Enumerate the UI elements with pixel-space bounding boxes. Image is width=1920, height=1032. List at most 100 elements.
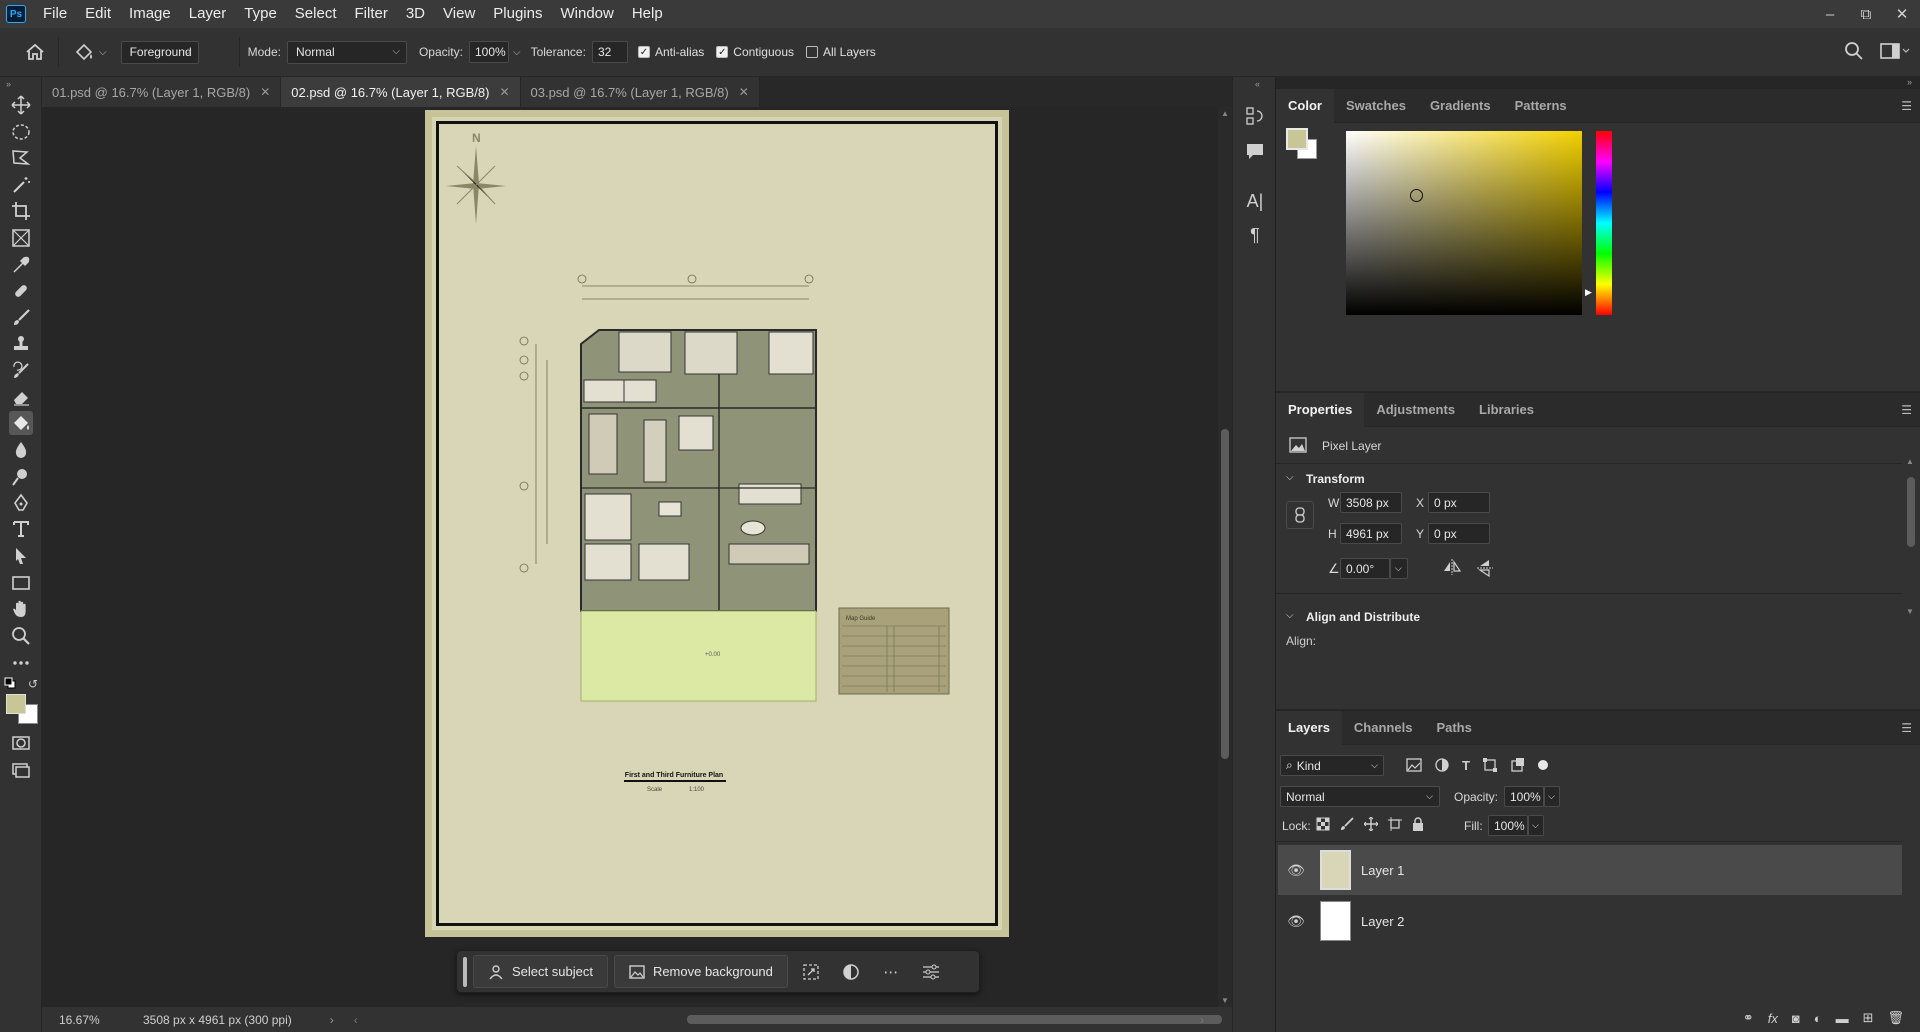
blend-mode-dropdown[interactable]: Normal ⌵ [1280, 786, 1440, 807]
type-filter-icon[interactable]: T [1462, 758, 1470, 773]
ellipse-marquee-tool-icon[interactable] [9, 120, 33, 144]
new-layer-icon[interactable]: ⊞ [1863, 1010, 1874, 1026]
fx-icon[interactable]: fx [1768, 1011, 1778, 1026]
screen-mode-icon[interactable] [9, 758, 33, 782]
hue-slider-marker-icon[interactable]: ▶ [1585, 287, 1592, 298]
minimize-button[interactable]: – [1812, 0, 1848, 28]
lock-all-icon[interactable] [1412, 817, 1424, 831]
scroll-right-icon[interactable]: › [1200, 1013, 1204, 1027]
paint-bucket-tool-icon[interactable] [9, 411, 33, 435]
scroll-up-icon[interactable]: ▲ [1221, 109, 1229, 118]
opacity-chevron-icon[interactable]: ⌵ [1544, 786, 1560, 807]
eye-visibility-icon[interactable]: 👁 [1278, 862, 1314, 879]
menu-plugins[interactable]: Plugins [484, 0, 551, 28]
lock-artboard-icon[interactable] [1388, 817, 1402, 831]
scroll-down-icon[interactable]: ▼ [1906, 607, 1914, 616]
select-subject-button[interactable]: Select subject [473, 955, 608, 988]
move-tool-icon[interactable] [9, 93, 33, 117]
magic-wand-tool-icon[interactable] [9, 173, 33, 197]
horizontal-scroll-thumb[interactable] [687, 1015, 1222, 1024]
menu-image[interactable]: Image [120, 0, 180, 28]
mode-dropdown[interactable]: Normal ⌵ [286, 40, 407, 64]
fill-input[interactable]: 100% [1488, 815, 1528, 836]
eraser-tool-icon[interactable] [9, 385, 33, 409]
history-brush-tool-icon[interactable] [9, 359, 33, 383]
adjustment-icon[interactable] [834, 955, 868, 988]
properties-scrollbar[interactable]: ▲ ▼ [1904, 457, 1918, 707]
x-input[interactable]: 0 px [1428, 492, 1490, 513]
transform-section-title[interactable]: Transform [1306, 472, 1365, 486]
quick-mask-icon[interactable] [9, 731, 33, 755]
tab-color[interactable]: Color [1276, 88, 1334, 123]
menu-type[interactable]: Type [235, 0, 286, 28]
fill-source-dropdown[interactable]: Foreground ⌵ [120, 40, 199, 64]
properties-scroll-thumb[interactable] [1907, 477, 1915, 547]
document-tab[interactable]: 03.psd @ 16.7% (Layer 1, RGB/8) ✕ [520, 77, 760, 107]
delete-layer-icon[interactable]: 🗑 [1887, 1010, 1904, 1026]
add-mask-icon[interactable]: ◙ [1792, 1011, 1800, 1026]
tab-channels[interactable]: Channels [1342, 711, 1425, 745]
close-tab-icon[interactable]: ✕ [260, 85, 270, 99]
anti-alias-checkbox[interactable]: ✓ Anti-alias [637, 45, 704, 59]
menu-window[interactable]: Window [551, 0, 622, 28]
link-icon[interactable] [1286, 501, 1314, 529]
color-picker-cursor[interactable] [1410, 189, 1423, 202]
menu-layer[interactable]: Layer [180, 0, 236, 28]
contiguous-checkbox[interactable]: ✓ Contiguous [716, 45, 794, 59]
angle-input[interactable]: 0.00° [1340, 558, 1390, 579]
foreground-color-swatch[interactable] [6, 694, 26, 714]
zoom-level[interactable]: 16.67% [59, 1013, 129, 1027]
healing-brush-tool-icon[interactable] [9, 279, 33, 303]
tab-gradients[interactable]: Gradients [1418, 89, 1503, 123]
brush-tool-icon[interactable] [9, 306, 33, 330]
flip-vertical-icon[interactable] [1476, 558, 1494, 581]
width-input[interactable]: 3508 px [1340, 492, 1402, 513]
tab-adjustments[interactable]: Adjustments [1364, 393, 1467, 427]
lock-pixels-icon[interactable] [1340, 817, 1354, 831]
eyedropper-tool-icon[interactable] [9, 253, 33, 277]
tab-layers[interactable]: Layers [1276, 710, 1342, 745]
panel-menu-icon[interactable]: ☰ [1901, 403, 1912, 417]
menu-edit[interactable]: Edit [76, 0, 120, 28]
tab-paths[interactable]: Paths [1424, 711, 1483, 745]
path-selection-tool-icon[interactable] [9, 544, 33, 568]
menu-help[interactable]: Help [623, 0, 672, 28]
search-icon[interactable] [1844, 41, 1864, 61]
transform-selection-icon[interactable] [794, 955, 828, 988]
tool-preset-picker[interactable]: ⌵ [73, 42, 107, 62]
scroll-left-icon[interactable]: ‹ [354, 1013, 358, 1027]
comments-panel-icon[interactable] [1243, 139, 1267, 163]
tab-properties[interactable]: Properties [1276, 392, 1365, 427]
close-window-button[interactable]: ✕ [1884, 0, 1920, 28]
status-menu-arrow-icon[interactable]: › [330, 1013, 334, 1027]
menu-file[interactable]: File [34, 0, 76, 28]
color-field[interactable] [1346, 131, 1582, 315]
layer-opacity-input[interactable]: 100% [1504, 786, 1544, 807]
document-canvas[interactable]: N +0.00 Map Guide First and Third Furnit… [425, 110, 1009, 937]
collapse-icon[interactable]: « [1255, 79, 1260, 89]
type-tool-icon[interactable] [9, 517, 33, 541]
zoom-tool-icon[interactable] [9, 624, 33, 648]
dodge-tool-icon[interactable] [9, 465, 33, 489]
more-tools-icon[interactable] [9, 651, 33, 675]
link-layers-icon[interactable]: ⚭ [1743, 1010, 1754, 1026]
layer-kind-filter[interactable]: ⌕ Kind ⌵ [1280, 755, 1384, 776]
layer-row[interactable]: 👁 Layer 2 [1278, 896, 1902, 946]
history-panel-icon[interactable] [1243, 104, 1267, 128]
restore-button[interactable]: ⧉ [1848, 0, 1884, 28]
eye-visibility-icon[interactable]: 👁 [1278, 913, 1314, 930]
foreground-swatch[interactable] [1286, 128, 1308, 150]
layer-row[interactable]: 👁 Layer 1 [1278, 845, 1902, 895]
menu-view[interactable]: View [434, 0, 484, 28]
vertical-scroll-thumb[interactable] [1221, 429, 1229, 759]
default-colors-icon[interactable] [4, 677, 16, 692]
workspace-icon[interactable] [1880, 42, 1910, 60]
all-layers-checkbox[interactable]: All Layers [806, 45, 876, 59]
chevron-down-icon[interactable]: ⌵ [1286, 610, 1294, 621]
chevron-down-icon[interactable]: ⌵ [1286, 472, 1294, 483]
flip-horizontal-icon[interactable] [1442, 558, 1462, 579]
character-panel-icon[interactable]: A| [1243, 189, 1267, 213]
align-section-title[interactable]: Align and Distribute [1306, 610, 1420, 624]
new-group-icon[interactable]: ▬ [1836, 1011, 1849, 1026]
clone-stamp-tool-icon[interactable] [9, 332, 33, 356]
